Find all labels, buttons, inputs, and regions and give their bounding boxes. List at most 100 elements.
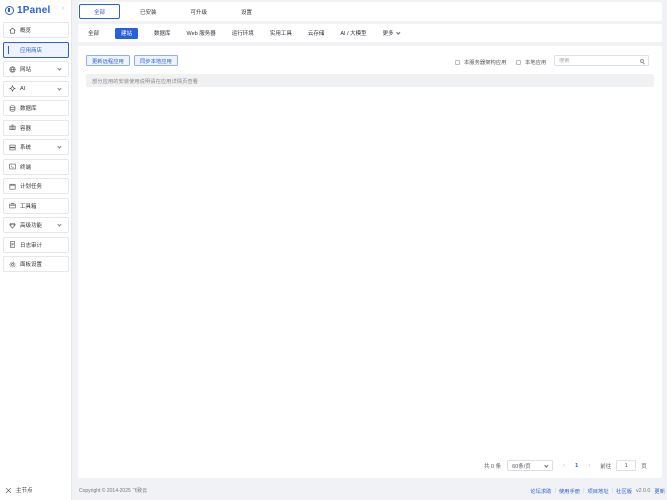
sidebar-item-label: 系统: [20, 145, 32, 151]
settings-icon: [9, 261, 16, 267]
category-web-server[interactable]: Web 服务器: [187, 28, 216, 39]
sidebar-item-app-store[interactable]: 应用商店: [3, 41, 69, 58]
checkbox-box: [516, 59, 521, 65]
page-number-current[interactable]: 1: [575, 463, 578, 469]
sidebar-item-label: 高级功能: [20, 223, 43, 229]
update-link[interactable]: 更新: [654, 487, 665, 495]
sidebar-item-overview[interactable]: 概览: [3, 22, 69, 38]
chevron-down-icon: [396, 30, 400, 34]
page-size-value: 60条/页: [512, 463, 531, 470]
sidebar-item-label: 容器: [20, 125, 32, 132]
category-database[interactable]: 数据库: [154, 28, 171, 39]
tab-installed[interactable]: 已安装: [126, 4, 171, 19]
sidebar-item-ai[interactable]: AI: [3, 80, 69, 97]
sidebar-item-label: 网站: [20, 67, 32, 73]
sync-remote-apps-button[interactable]: 更新远程应用: [86, 55, 130, 66]
copyright-text: Copyright © 2014-2025 飞致云: [79, 488, 148, 494]
local-apps-label: 本地应用: [525, 60, 547, 66]
toolbox-icon: [9, 203, 16, 209]
node-switcher[interactable]: 主节点: [5, 486, 33, 494]
category-runtime[interactable]: 运行环境: [232, 28, 254, 39]
container-icon: [9, 124, 16, 130]
footer-link-forum[interactable]: 论坛求助: [530, 487, 551, 495]
sidebar-item-label: AI: [20, 85, 26, 92]
diamond-icon: [9, 222, 16, 229]
info-notice: 部分应用的安装使用说明请在应用详情页查看: [86, 74, 654, 87]
chevron-down-icon: [57, 85, 62, 91]
category-more-label: 更多: [382, 31, 394, 37]
sync-local-apps-button[interactable]: 同步本地应用: [134, 55, 178, 66]
logo-text: 1Panel: [17, 4, 51, 16]
sidebar-item-database[interactable]: 数据库: [3, 100, 69, 116]
ai-icon: [9, 85, 16, 92]
sidebar-item-panel-settings[interactable]: 面板设置: [3, 256, 69, 272]
sidebar-item-system[interactable]: 系统: [3, 139, 69, 155]
terminal-icon: [9, 163, 16, 170]
tab-all[interactable]: 全部: [79, 4, 121, 19]
chevron-down-icon: [57, 144, 62, 149]
logo[interactable]: 1Panel: [5, 3, 50, 17]
sidebar-item-toolbox[interactable]: 工具箱: [3, 197, 69, 214]
goto-page-input[interactable]: 1: [616, 460, 637, 471]
chevron-down-icon: [543, 463, 548, 468]
checkbox-box: [455, 59, 460, 65]
goto-label: 前往: [600, 463, 612, 470]
sidebar-item-advanced[interactable]: 高级功能: [3, 217, 69, 233]
page-unit-label: 页: [641, 463, 647, 470]
category-all[interactable]: 全部: [88, 28, 99, 39]
home-icon: [9, 27, 16, 33]
system-icon: [9, 144, 16, 150]
divider: |: [611, 488, 614, 494]
sidebar-item-website[interactable]: 网站: [3, 61, 69, 77]
sidebar: 1Panel ‹ 概览 应用商店 网站 AI 数据库 容器 系统 终端 计划任务…: [0, 0, 72, 500]
sidebar-item-terminal[interactable]: 终端: [3, 158, 69, 175]
footer-link-docs[interactable]: 使用手册: [559, 487, 580, 495]
server-node-icon: [5, 487, 12, 493]
logo-icon: [5, 5, 14, 15]
next-page-button[interactable]: ›: [588, 463, 590, 469]
divider: |: [554, 488, 556, 494]
sidebar-item-label: 面板设置: [20, 262, 43, 268]
total-count: 共 0 条: [484, 463, 502, 470]
server-arch-apps-checkbox[interactable]: 本服务器架构应用: [455, 58, 506, 66]
server-arch-apps-label: 本服务器架构应用: [464, 60, 507, 66]
prev-page-button[interactable]: ‹: [563, 463, 565, 469]
sidebar-item-cron[interactable]: 计划任务: [3, 178, 69, 194]
app-list-panel: 更新远程应用 同步本地应用 本服务器架构应用 本地应用 部分应用的安装使用说明请…: [78, 46, 662, 478]
pagination: 共 0 条 60条/页 ‹ 1 › 前往 1 页: [484, 460, 647, 471]
chevron-down-icon: [57, 66, 62, 71]
category-more-dropdown[interactable]: 更多: [383, 28, 400, 39]
sidebar-item-audit-log[interactable]: 日志审计: [3, 236, 69, 253]
database-icon: [9, 104, 16, 111]
sidebar-item-label: 日志审计: [20, 242, 43, 249]
category-website[interactable]: 建站: [115, 27, 139, 39]
sidebar-item-label: 数据库: [20, 106, 37, 112]
sidebar-item-label: 工具箱: [20, 203, 37, 210]
calendar-icon: [9, 183, 16, 189]
sidebar-item-label: 计划任务: [20, 184, 43, 190]
sidebar-item-label: 概览: [20, 28, 32, 34]
sidebar-item-label: 终端: [20, 164, 32, 171]
footer-link-edition[interactable]: 社区版: [616, 487, 632, 495]
search-input[interactable]: [559, 57, 637, 64]
log-icon: [9, 241, 16, 248]
globe-icon: [9, 66, 16, 72]
category-ai-llm[interactable]: AI / 大模型: [340, 28, 366, 39]
top-tab-bar: 全部 已安装 可升级 设置: [78, 2, 662, 21]
tab-settings[interactable]: 设置: [227, 4, 266, 19]
chevron-down-icon: [57, 222, 62, 227]
local-apps-checkbox[interactable]: 本地应用: [516, 58, 546, 66]
footer-links: 论坛求助 | 使用手册 | 项目地址 | 社区版 v2.0.0 更新: [530, 487, 665, 495]
search-icon[interactable]: [640, 59, 644, 63]
page-size-select[interactable]: 60条/页: [507, 460, 554, 471]
version-text: v2.0.0: [635, 488, 651, 494]
footer-link-project[interactable]: 项目地址: [587, 487, 608, 495]
category-cloud-storage[interactable]: 云存储: [308, 28, 325, 39]
sidebar-item-container[interactable]: 容器: [3, 119, 69, 136]
sidebar-nav: 概览 应用商店 网站 AI 数据库 容器 系统 终端 计划任务 工具箱 高级功能…: [3, 22, 69, 276]
category-tools[interactable]: 实用工具: [270, 28, 292, 39]
collapse-sidebar-icon[interactable]: ‹: [62, 5, 69, 12]
category-filter-bar: 全部 建站 数据库 Web 服务器 运行环境 实用工具 云存储 AI / 大模型…: [78, 24, 662, 42]
tab-upgradable[interactable]: 可升级: [177, 4, 222, 19]
divider: |: [583, 488, 585, 494]
